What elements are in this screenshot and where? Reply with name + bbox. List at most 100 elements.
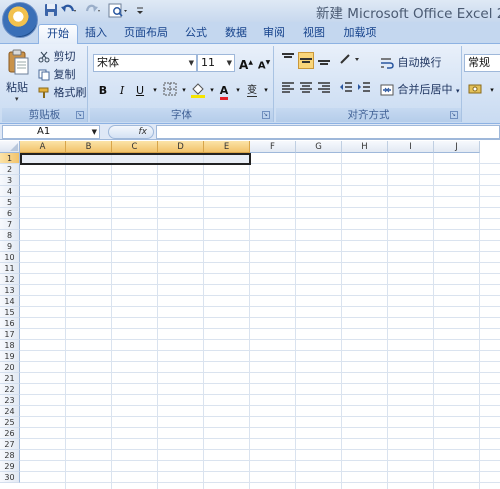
tab-home[interactable]: 开始 bbox=[38, 24, 78, 44]
row-header-23[interactable]: 23 bbox=[0, 395, 20, 406]
align-left-button[interactable] bbox=[280, 80, 296, 97]
row-gridline bbox=[20, 482, 500, 483]
align-right-button[interactable] bbox=[316, 80, 332, 97]
row-header-14[interactable]: 14 bbox=[0, 296, 20, 307]
column-header-b[interactable]: B bbox=[66, 141, 112, 153]
alignment-launcher-icon[interactable]: ↘ bbox=[450, 111, 458, 119]
copy-button[interactable]: 复制 bbox=[38, 66, 76, 83]
column-header-c[interactable]: C bbox=[112, 141, 158, 153]
row-header-18[interactable]: 18 bbox=[0, 340, 20, 351]
bold-button[interactable]: B bbox=[95, 82, 111, 99]
font-launcher-icon[interactable]: ↘ bbox=[262, 111, 270, 119]
save-icon[interactable] bbox=[44, 3, 58, 18]
grow-font-button[interactable]: A▲ bbox=[238, 54, 254, 72]
tab-data[interactable]: 数据 bbox=[220, 24, 252, 44]
row-header-1[interactable]: 1 bbox=[0, 153, 20, 164]
tab-view[interactable]: 视图 bbox=[298, 24, 330, 44]
tab-page-layout[interactable]: 页面布局 bbox=[120, 24, 172, 44]
row-gridline bbox=[20, 405, 500, 406]
currency-button[interactable] bbox=[468, 82, 484, 99]
column-header-a[interactable]: A bbox=[20, 141, 66, 153]
font-size-select[interactable]: 11 ▼ bbox=[197, 54, 235, 72]
active-cell[interactable] bbox=[20, 153, 251, 165]
row-header-28[interactable]: 28 bbox=[0, 450, 20, 461]
row-header-7[interactable]: 7 bbox=[0, 219, 20, 230]
decrease-indent-button[interactable] bbox=[338, 80, 354, 97]
row-header-25[interactable]: 25 bbox=[0, 417, 20, 428]
align-middle-button[interactable] bbox=[298, 52, 314, 69]
column-header-h[interactable]: H bbox=[342, 141, 388, 153]
row-header-8[interactable]: 8 bbox=[0, 230, 20, 241]
formula-input[interactable] bbox=[156, 125, 500, 139]
phonetic-dropdown-icon[interactable]: ▾ bbox=[258, 82, 274, 99]
align-top-button[interactable] bbox=[280, 52, 296, 69]
worksheet-grid[interactable]: ABCDEFGHIJ 1 2 3 4 5 6 7 8 9 10 11 12 13 14 15 16 17 18 19… bbox=[0, 141, 500, 489]
column-header-g[interactable]: G bbox=[296, 141, 342, 153]
cut-button[interactable]: 剪切 bbox=[38, 48, 76, 65]
name-box[interactable]: A1 ▼ bbox=[2, 125, 100, 139]
column-header-d[interactable]: D bbox=[158, 141, 204, 153]
row-header-16[interactable]: 16 bbox=[0, 318, 20, 329]
row-header-4[interactable]: 4 bbox=[0, 186, 20, 197]
chevron-down-icon: ▼ bbox=[226, 59, 232, 67]
row-header-3[interactable]: 3 bbox=[0, 175, 20, 186]
shrink-font-button[interactable]: A▼ bbox=[256, 54, 272, 71]
row-header-29[interactable]: 29 bbox=[0, 461, 20, 472]
merge-dropdown-icon[interactable]: ▾ bbox=[456, 87, 460, 95]
select-all-button[interactable] bbox=[0, 141, 20, 153]
align-middle-icon bbox=[300, 58, 312, 63]
underline-dropdown-icon[interactable]: ▾ bbox=[147, 82, 163, 99]
row-header-22[interactable]: 22 bbox=[0, 384, 20, 395]
font-name-select[interactable]: 宋体 ▼ bbox=[93, 54, 197, 72]
tab-addins[interactable]: 加载项 bbox=[338, 24, 382, 44]
row-header-15[interactable]: 15 bbox=[0, 307, 20, 318]
row-header-13[interactable]: 13 bbox=[0, 285, 20, 296]
row-header-19[interactable]: 19 bbox=[0, 351, 20, 362]
orientation-button[interactable] bbox=[338, 52, 362, 69]
italic-button[interactable]: I bbox=[114, 82, 130, 99]
format-painter-button[interactable]: 格式刷 bbox=[38, 84, 87, 101]
paste-button[interactable]: 粘贴 ▾ bbox=[6, 48, 34, 104]
row-gridline bbox=[20, 240, 500, 241]
orientation-icon bbox=[340, 54, 359, 64]
row-header-2[interactable]: 2 bbox=[0, 164, 20, 175]
column-header-i[interactable]: I bbox=[388, 141, 434, 153]
office-button[interactable] bbox=[2, 2, 38, 38]
row-header-5[interactable]: 5 bbox=[0, 197, 20, 208]
column-header-e[interactable]: E bbox=[204, 141, 250, 153]
column-header-j[interactable]: J bbox=[434, 141, 480, 153]
customize-quick-access-icon[interactable] bbox=[135, 3, 145, 18]
row-header-30[interactable]: 30 bbox=[0, 472, 20, 483]
increase-indent-button[interactable] bbox=[356, 80, 372, 97]
align-bottom-button[interactable] bbox=[316, 52, 332, 69]
row-header-9[interactable]: 9 bbox=[0, 241, 20, 252]
row-header-11[interactable]: 11 bbox=[0, 263, 20, 274]
column-header-f[interactable]: F bbox=[250, 141, 296, 153]
row-header-27[interactable]: 27 bbox=[0, 439, 20, 450]
insert-function-button[interactable]: fx bbox=[108, 125, 154, 139]
row-header-20[interactable]: 20 bbox=[0, 362, 20, 373]
tab-insert[interactable]: 插入 bbox=[80, 24, 112, 44]
clipboard-group-label: 剪贴板 bbox=[2, 108, 87, 122]
currency-dropdown-icon[interactable]: ▾ bbox=[484, 82, 500, 99]
row-header-6[interactable]: 6 bbox=[0, 208, 20, 219]
redo-icon[interactable] bbox=[84, 3, 102, 18]
wrap-text-button[interactable]: 自动换行 bbox=[380, 54, 442, 71]
tab-review[interactable]: 审阅 bbox=[258, 24, 290, 44]
row-header-10[interactable]: 10 bbox=[0, 252, 20, 263]
tab-formulas[interactable]: 公式 bbox=[180, 24, 212, 44]
row-header-17[interactable]: 17 bbox=[0, 329, 20, 340]
row-header-26[interactable]: 26 bbox=[0, 428, 20, 439]
row-header-21[interactable]: 21 bbox=[0, 373, 20, 384]
row-header-12[interactable]: 12 bbox=[0, 274, 20, 285]
clipboard-launcher-icon[interactable]: ↘ bbox=[76, 111, 84, 119]
print-preview-icon[interactable] bbox=[108, 3, 130, 18]
align-center-button[interactable] bbox=[298, 80, 314, 97]
row-gridline bbox=[20, 394, 500, 395]
merge-center-button[interactable]: 合并后居中 ▾ bbox=[380, 81, 460, 98]
undo-icon[interactable] bbox=[60, 3, 78, 18]
row-header-24[interactable]: 24 bbox=[0, 406, 20, 417]
row-gridline bbox=[20, 196, 500, 197]
number-format-select[interactable]: 常规 bbox=[464, 54, 500, 72]
underline-button[interactable]: U bbox=[132, 82, 148, 99]
